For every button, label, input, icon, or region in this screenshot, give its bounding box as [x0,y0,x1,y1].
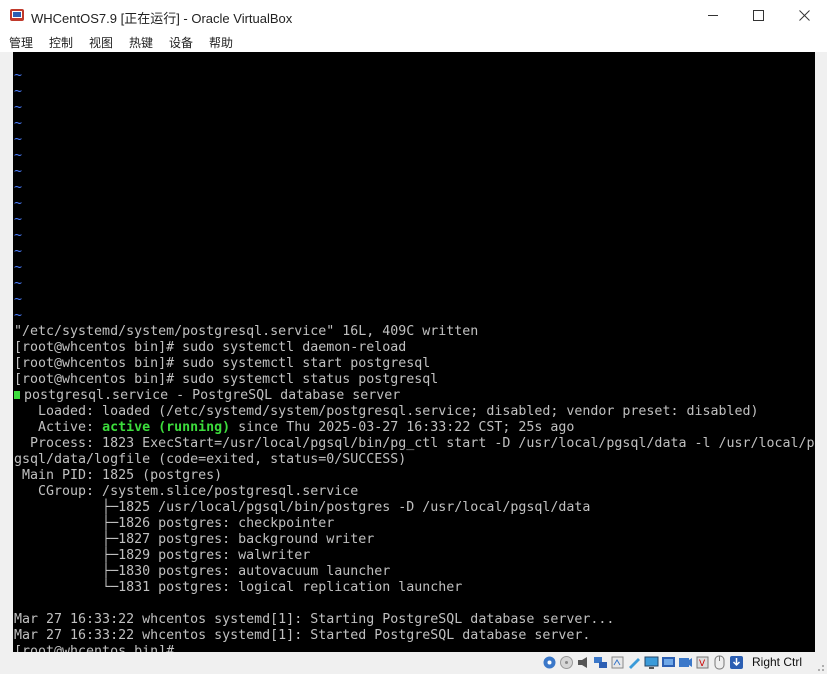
unit-description: postgresql.service - PostgreSQL database… [24,388,401,403]
terminal-line: [root@whcentos bin]# sudo systemctl star… [14,356,431,371]
active-line: Active: active (running) since Thu 2025-… [14,420,815,436]
vim-tilde: ~ [14,180,23,195]
vm-console[interactable]: ~ ~ ~ ~ ~ ~ ~ ~ ~ ~ ~ ~ ~ ~ ~ ~ "/etc/systemd/system/pos… [13,52,815,652]
vim-tilde: ~ [14,132,23,147]
process-line-wrap: gsql/data/logfile (code=exited, status=0… [14,452,407,467]
usb-icon[interactable] [610,655,625,670]
active-bullet-icon [14,391,20,399]
minimize-icon [707,15,718,16]
display-icon[interactable] [644,655,659,670]
vim-tilde: ~ [14,292,23,307]
loaded-line: Loaded: loaded (/etc/systemd/system/post… [14,404,759,419]
process-line: Process: 1823 ExecStart=/usr/local/pgsql… [14,436,815,451]
menu-item-control[interactable]: 控制 [49,34,73,51]
virtualbox-icon [10,9,24,21]
menu-bar: 管理 控制 视图 热键 设备 帮助 [0,31,827,52]
log-line: Mar 27 16:33:22 whcentos systemd[1]: Sta… [14,628,591,643]
log-line: Mar 27 16:33:22 whcentos systemd[1]: Sta… [14,612,615,627]
main-pid-line: Main PID: 1825 (postgres) [14,468,223,483]
vim-tilde: ~ [14,148,23,163]
shell-prompt: [root@whcentos bin]# [14,644,183,652]
status-bar: V Right Ctrl [0,652,827,674]
vim-tilde: ~ [14,244,23,259]
vim-tilde: ~ [14,276,23,291]
audio-icon[interactable] [576,655,591,670]
host-key-icon[interactable] [729,655,744,670]
close-button[interactable] [781,0,827,31]
cgroup-tree-line: ├─1830 postgres: autovacuum launcher [14,564,391,579]
vim-tilde: ~ [14,116,23,131]
terminal-line: "/etc/systemd/system/postgresql.service"… [14,324,479,339]
vim-tilde: ~ [14,228,23,243]
resize-grip-icon[interactable] [815,662,825,672]
menu-item-hotkey[interactable]: 热键 [129,34,153,51]
terminal-line: [root@whcentos bin]# sudo systemctl stat… [14,372,439,387]
terminal-output: ~ ~ ~ ~ ~ ~ ~ ~ ~ ~ ~ ~ ~ ~ ~ ~ "/etc/systemd/system/pos… [14,52,815,652]
vim-tilde: ~ [14,308,23,323]
active-since: since Thu 2025-03-27 16:33:22 CST; 25s a… [230,420,575,435]
vim-tilde: ~ [14,196,23,211]
status-icons: V [542,655,744,670]
maximize-icon [752,10,764,21]
cgroup-tree-line: └─1831 postgres: logical replication lau… [14,580,463,595]
menu-item-view[interactable]: 视图 [89,34,113,51]
unit-line: postgresql.service - PostgreSQL database… [14,388,815,404]
cgroup-tree-line: ├─1827 postgres: background writer [14,532,375,547]
active-label: Active: [14,420,103,435]
cgroup-tree-line: ├─1826 postgres: checkpointer [14,516,335,531]
cgroup-tree-line: ├─1829 postgres: walwriter [14,548,311,563]
vim-tilde: ~ [14,164,23,179]
vim-tilde: ~ [14,260,23,275]
svg-text:V: V [699,659,706,669]
optical-drive-icon[interactable] [559,655,574,670]
recording-icon[interactable] [678,655,693,670]
maximize-button[interactable] [735,0,781,31]
menu-item-manage[interactable]: 管理 [9,34,33,51]
host-key-label: Right Ctrl [752,655,803,669]
close-icon [798,10,810,21]
shared-folder-icon[interactable] [627,655,642,670]
active-state: active (running) [102,420,231,435]
menu-item-devices[interactable]: 设备 [169,34,193,51]
mouse-integration-icon[interactable] [712,655,727,670]
vim-tilde: ~ [14,212,23,227]
cpu-icon[interactable]: V [695,655,710,670]
minimize-button[interactable] [690,0,736,31]
vim-tilde: ~ [14,100,23,115]
network-icon[interactable] [593,655,608,670]
vim-tilde: ~ [14,84,23,99]
hard-disk-icon[interactable] [542,655,557,670]
video-capture-icon[interactable] [661,655,676,670]
window-title: WHCentOS7.9 [正在运行] - Oracle VirtualBox [31,11,293,26]
cgroup-tree-line: ├─1825 /usr/local/pgsql/bin/postgres -D … [14,500,591,515]
menu-item-help[interactable]: 帮助 [209,34,233,51]
terminal-line: [root@whcentos bin]# sudo systemctl daem… [14,340,407,355]
cgroup-line: CGroup: /system.slice/postgresql.service [14,484,359,499]
vim-tilde-lines: ~ ~ ~ ~ ~ ~ ~ ~ ~ ~ ~ ~ ~ ~ ~ ~ [14,68,815,324]
prompt-line[interactable]: [root@whcentos bin]# [14,644,815,652]
title-bar[interactable]: WHCentOS7.9 [正在运行] - Oracle VirtualBox [0,0,827,31]
vim-tilde: ~ [14,68,23,83]
